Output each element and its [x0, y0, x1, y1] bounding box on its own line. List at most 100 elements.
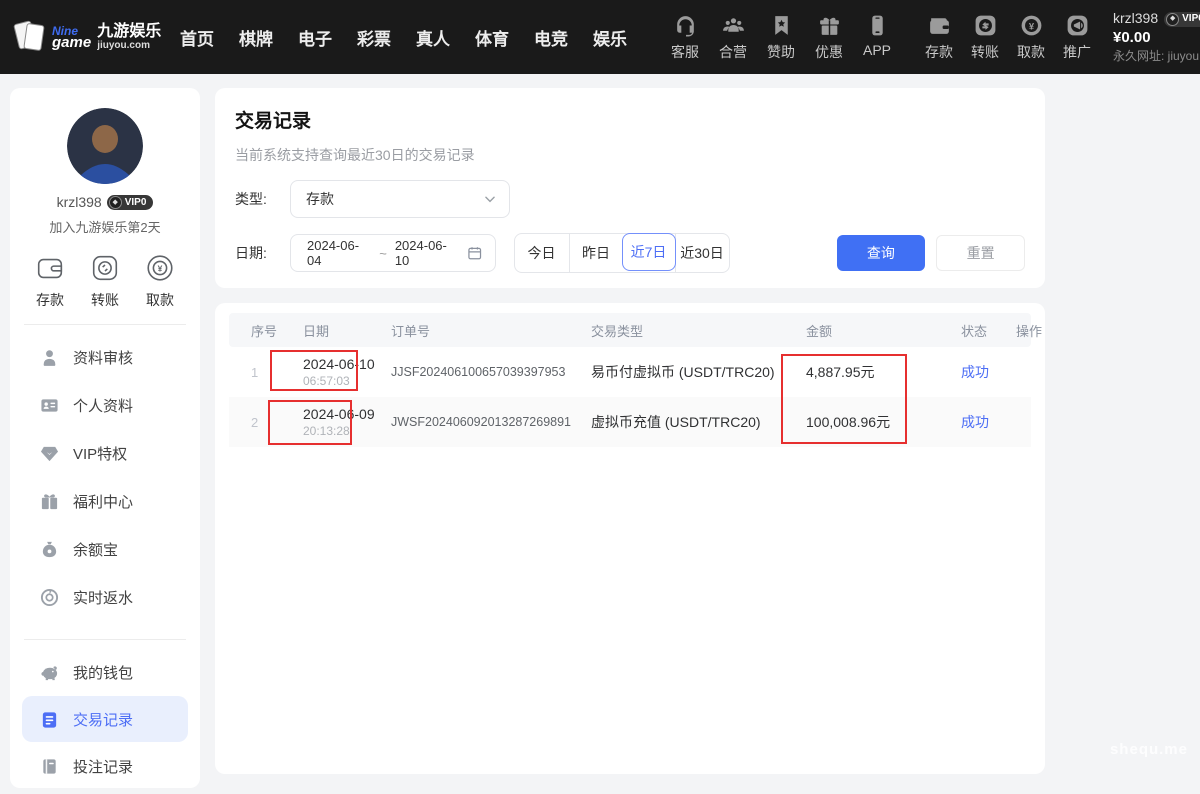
divider	[24, 324, 186, 325]
nav-link-home[interactable]: 首页	[180, 25, 214, 50]
sidebar-item-realtime-rebate[interactable]: 实时返水	[10, 573, 200, 621]
brand-logo[interactable]: Nine game 九游娱乐 jiuyou.com	[16, 20, 166, 54]
sidebar-menu-primary: 资料审核 个人资料 VIP特权 福利中心 余额宝 实时返水	[10, 329, 200, 625]
nav-link-live[interactable]: 真人	[416, 25, 450, 50]
withdraw-outline-icon: ¥	[144, 252, 176, 284]
row-amount: 4,887.95元	[806, 362, 961, 382]
query-button[interactable]: 查询	[837, 235, 926, 271]
date-end: 2024-06-10	[395, 238, 459, 268]
sidebar-item-vip[interactable]: VIP特权	[10, 429, 200, 477]
piggy-bank-icon	[40, 663, 59, 682]
vip-badge: ◆VIP0	[107, 195, 154, 210]
reset-button[interactable]: 重置	[936, 235, 1025, 271]
page-subtitle: 当前系统支持查询最近30日的交易记录	[235, 145, 1025, 165]
range-last30days-button[interactable]: 近30日	[675, 234, 729, 272]
nav-link-chess[interactable]: 棋牌	[239, 25, 273, 50]
transfer-outline-icon	[89, 252, 121, 284]
transfer-button[interactable]: 转账	[969, 13, 1001, 62]
customer-service-button[interactable]: 客服	[669, 13, 701, 62]
sidebar-avatar[interactable]	[67, 108, 143, 184]
table-header: 序号 日期 订单号 交易类型 金额 状态 操作	[229, 313, 1031, 347]
wallet-icon	[927, 13, 952, 38]
row-transaction-type: 虚拟币充值 (USDT/TRC20)	[591, 412, 806, 432]
table-row: 2 2024-06-09 20:13:28 JWSF20240609201328…	[229, 397, 1031, 447]
filter-card: 交易记录 当前系统支持查询最近30日的交易记录 类型: 存款 日期: 2024-…	[215, 88, 1045, 288]
nav-link-sports[interactable]: 体育	[475, 25, 509, 50]
join-days-text: 加入九游娱乐第2天	[10, 217, 200, 236]
wallet-outline-icon	[34, 252, 66, 284]
transaction-table-card: 序号 日期 订单号 交易类型 金额 状态 操作 1 2024-06-10 06:…	[215, 303, 1045, 774]
sidebar-deposit-button[interactable]: 存款	[34, 252, 66, 310]
col-header-order: 订单号	[391, 321, 591, 340]
chevron-down-icon	[483, 192, 497, 206]
row-order-no: JWSF202406092013287269891	[391, 415, 591, 429]
nav-link-lottery[interactable]: 彩票	[357, 25, 391, 50]
row-status-link[interactable]: 成功	[961, 362, 1016, 382]
row-date: 2024-06-09 20:13:28	[303, 406, 391, 438]
deposit-button[interactable]: 存款	[923, 13, 955, 62]
date-range-input[interactable]: 2024-06-04 ~ 2024-06-10	[290, 234, 496, 272]
navbar-balance: ¥0.00	[1113, 29, 1200, 48]
poker-cards-icon	[16, 20, 46, 54]
row-index: 1	[251, 365, 303, 380]
range-today-button[interactable]: 今日	[515, 234, 569, 272]
id-card-icon	[40, 396, 59, 415]
diamond-icon: ◆	[109, 196, 122, 209]
sidebar: krzl398 ◆VIP0 加入九游娱乐第2天 存款 转账 ¥ 取款 资料审核 …	[10, 88, 200, 788]
vip-diamond-icon	[40, 444, 59, 463]
nav-link-slots[interactable]: 电子	[298, 25, 332, 50]
main-nav: 首页 棋牌 电子 彩票 真人 体育 电竞 娱乐	[180, 25, 627, 50]
sidebar-item-transaction-records[interactable]: 交易记录	[22, 696, 188, 742]
permanent-url: 永久网址: jiuyou.com	[1113, 49, 1200, 64]
row-order-no: JJSF202406100657039397953	[391, 365, 591, 379]
row-amount: 100,008.96元	[806, 412, 961, 432]
col-header-date: 日期	[303, 321, 391, 340]
betting-record-icon	[40, 757, 59, 776]
partnership-button[interactable]: 合营	[717, 13, 749, 62]
nav-link-entertainment[interactable]: 娱乐	[593, 25, 627, 50]
nav-link-esports[interactable]: 电竞	[534, 25, 568, 50]
type-select[interactable]: 存款	[290, 180, 510, 218]
date-start: 2024-06-04	[307, 238, 371, 268]
sidebar-item-personal-info[interactable]: 个人资料	[10, 381, 200, 429]
brand-name-en: Nine game	[52, 25, 91, 50]
col-header-action: 操作	[1016, 321, 1053, 340]
svg-text:¥: ¥	[1028, 21, 1034, 31]
brand-name-cn: 九游娱乐 jiuyou.com	[97, 23, 161, 52]
sidebar-withdraw-button[interactable]: ¥ 取款	[144, 252, 176, 310]
type-label: 类型:	[235, 189, 281, 209]
type-select-value: 存款	[306, 189, 483, 209]
sidebar-item-yuebao[interactable]: 余额宝	[10, 525, 200, 573]
vip-badge: ◆VIP0	[1164, 12, 1200, 27]
navbar-user-info[interactable]: krzl398 ◆VIP0 ¥0.00 永久网址: jiuyou.com	[1113, 10, 1200, 63]
navbar-wallet-icons: 存款 转账 ¥ 取款 推广	[923, 13, 1093, 62]
rebate-circle-icon	[40, 588, 59, 607]
date-quick-ranges: 今日 昨日 近7日 近30日	[514, 233, 730, 273]
sponsor-button[interactable]: 赞助	[765, 13, 797, 62]
range-last7days-button[interactable]: 近7日	[622, 233, 676, 271]
person-stamp-icon	[40, 348, 59, 367]
navbar-username: krzl398	[1113, 10, 1158, 28]
transfer-coin-icon	[973, 13, 998, 38]
sidebar-item-my-wallet[interactable]: 我的钱包	[10, 648, 200, 696]
diamond-icon: ◆	[1166, 13, 1179, 26]
row-date: 2024-06-10 06:57:03	[303, 356, 391, 388]
date-filter-row: 日期: 2024-06-04 ~ 2024-06-10 今日 昨日 近7日 近3…	[235, 233, 1025, 273]
date-label: 日期:	[235, 243, 281, 263]
svg-text:¥: ¥	[158, 263, 163, 273]
col-header-type: 交易类型	[591, 321, 806, 340]
sidebar-item-betting-records[interactable]: 投注记录	[10, 742, 200, 790]
app-download-button[interactable]: APP	[861, 13, 893, 62]
promotions-button[interactable]: 优惠	[813, 13, 845, 62]
col-header-amount: 金额	[806, 321, 961, 340]
sidebar-item-profile-review[interactable]: 资料审核	[10, 333, 200, 381]
watermark: shequ.me	[1110, 741, 1188, 758]
row-status-link[interactable]: 成功	[961, 412, 1016, 432]
withdraw-button[interactable]: ¥ 取款	[1015, 13, 1047, 62]
sidebar-item-welfare-center[interactable]: 福利中心	[10, 477, 200, 525]
sidebar-transfer-button[interactable]: 转账	[89, 252, 121, 310]
divider	[24, 639, 186, 640]
range-yesterday-button[interactable]: 昨日	[569, 234, 623, 272]
promote-button[interactable]: 推广	[1061, 13, 1093, 62]
navbar-quick-icons: 客服 合营 赞助 优惠 APP	[669, 13, 893, 62]
